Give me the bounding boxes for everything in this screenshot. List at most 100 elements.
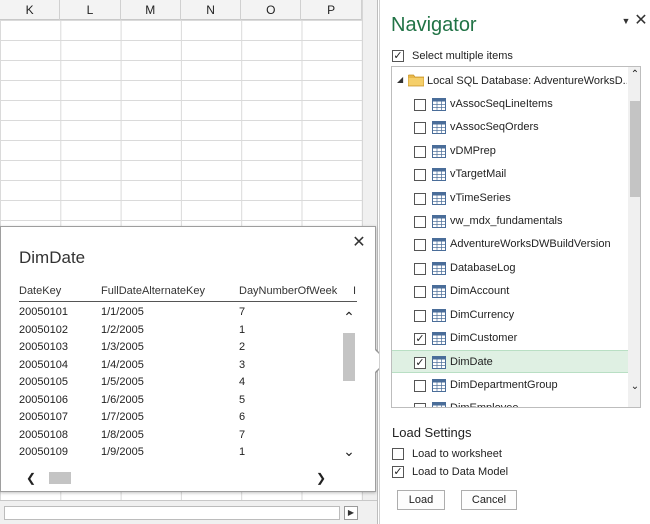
tree-item[interactable]: vDMPrep [392, 140, 628, 163]
cell-daynumber: 5 [239, 393, 246, 406]
tree-root-label: Local SQL Database: AdventureWorksD... [427, 75, 627, 87]
checkbox[interactable] [392, 448, 404, 460]
column-header-l[interactable]: L [60, 0, 121, 20]
checkbox[interactable]: ✓ [414, 357, 426, 370]
cell-daynumber: 2 [239, 341, 246, 353]
tree-item[interactable]: AdventureWorksDWBuildVersion [392, 233, 628, 256]
cell-fulldate: 1/1/2005 [101, 306, 144, 318]
chevron-left-icon[interactable]: ❮ [23, 471, 39, 485]
cell-datekey: 20050107 [19, 411, 68, 423]
table-row: 20050106 1/6/2005 5 [19, 392, 339, 409]
tree-item[interactable]: DimDepartmentGroup [392, 374, 628, 397]
chevron-down-icon[interactable]: ⌄ [629, 381, 640, 393]
tree-item[interactable]: vAssocSeqLineItems [392, 93, 628, 116]
load-to-worksheet-option[interactable]: Load to worksheet [392, 447, 592, 463]
tree-item[interactable]: ✓ DimCustomer [392, 327, 628, 350]
column-header-n[interactable]: N [181, 0, 242, 20]
checkbox[interactable] [414, 122, 426, 135]
tree-item[interactable]: vTimeSeries [392, 187, 628, 210]
checkbox[interactable] [414, 286, 426, 299]
cancel-button[interactable]: Cancel [461, 490, 517, 510]
tree-item-label: vAssocSeqLineItems [450, 98, 553, 110]
tree-item[interactable]: ✓ DimDate [392, 350, 628, 374]
cell-fulldate: 1/8/2005 [101, 428, 144, 441]
folder-icon [408, 74, 424, 87]
column-header-p[interactable]: P [301, 0, 362, 20]
tree-root-database[interactable]: ◢ Local SQL Database: AdventureWorksD... [392, 71, 628, 91]
tree-item[interactable]: DatabaseLog [392, 257, 628, 280]
checkbox[interactable] [414, 99, 426, 111]
tree-vertical-scrollbar[interactable]: ⌃ ⌄ [628, 67, 640, 407]
sheet-horizontal-scrollbar[interactable]: ▶ [0, 500, 377, 524]
checkbox[interactable]: ✓ [392, 50, 404, 62]
scrollbar-thumb[interactable] [630, 101, 640, 197]
tree-item-label: DatabaseLog [450, 261, 516, 274]
dropdown-arrow-icon[interactable]: ▼ [620, 14, 632, 28]
tree-item-label: DimCustomer [450, 332, 518, 344]
table-row: 20050101 1/1/2005 7 [19, 304, 339, 321]
tree-item[interactable]: DimCurrency [392, 304, 628, 327]
column-header-m[interactable]: M [121, 0, 181, 20]
checkbox[interactable] [414, 216, 426, 228]
tree-item-label: DimDate [450, 356, 493, 369]
tree-item-label: vAssocSeqOrders [450, 121, 539, 134]
cell-fulldate: 1/3/2005 [101, 341, 144, 353]
navigator-tree: ◢ Local SQL Database: AdventureWorksD...… [391, 66, 641, 408]
checkbox[interactable] [414, 309, 426, 322]
cell-fulldate: 1/2/2005 [101, 323, 144, 336]
load-to-worksheet-label: Load to worksheet [412, 448, 502, 460]
checkbox[interactable] [414, 403, 426, 407]
tree-item[interactable]: vAssocSeqOrders [392, 116, 628, 139]
cell-fulldate: 1/4/2005 [101, 358, 144, 371]
table-icon [432, 402, 446, 407]
checkbox[interactable] [414, 262, 426, 275]
checkbox[interactable]: ✓ [414, 333, 426, 345]
sheet-hscroll-track[interactable] [4, 506, 340, 520]
checkbox[interactable] [414, 379, 426, 392]
tree-item[interactable]: DimEmployee [392, 397, 628, 407]
table-icon [432, 332, 446, 345]
tree-item[interactable]: DimAccount [392, 280, 628, 303]
preview-table-header: DateKey FullDateAlternateKey DayNumberOf… [19, 285, 357, 302]
checkbox[interactable]: ✓ [392, 466, 404, 478]
close-icon[interactable]: ✕ [351, 235, 367, 251]
table-icon [432, 168, 446, 182]
cell-fulldate: 1/7/2005 [101, 411, 144, 423]
column-header-k[interactable]: K [0, 0, 61, 20]
tree-item[interactable]: vw_mdx_fundamentals [392, 210, 628, 233]
column-header-o[interactable]: O [241, 0, 302, 20]
scrollbar-thumb[interactable] [49, 472, 71, 484]
select-multiple-items-label: Select multiple items [412, 50, 513, 62]
load-to-data-model-option[interactable]: ✓ Load to Data Model [392, 465, 592, 481]
expand-arrow-icon[interactable]: ◢ [397, 75, 403, 84]
tree-item[interactable]: vTargetMail [392, 163, 628, 186]
scrollbar-thumb[interactable] [343, 333, 355, 381]
chevron-down-icon[interactable]: ⌄ [341, 443, 357, 459]
chevron-up-icon[interactable]: ⌃ [341, 309, 357, 325]
checkbox[interactable] [414, 239, 426, 252]
chevron-up-icon[interactable]: ⌃ [629, 69, 640, 81]
table-icon [432, 238, 446, 252]
preview-title: DimDate [19, 248, 86, 267]
tree-item-label: vw_mdx_fundamentals [450, 215, 563, 227]
checkbox[interactable] [414, 145, 426, 158]
table-icon [432, 356, 446, 370]
tree-item-label: DimAccount [450, 285, 510, 298]
table-row: 20050108 1/8/2005 7 [19, 427, 339, 444]
chevron-right-icon[interactable]: ❯ [313, 471, 329, 485]
table-icon [432, 308, 446, 322]
cell-daynumber: 4 [239, 376, 246, 388]
checkbox[interactable] [414, 192, 426, 205]
table-icon [432, 191, 446, 205]
checkbox[interactable] [414, 169, 426, 182]
table-icon [432, 121, 446, 135]
preview-horizontal-scrollbar[interactable]: ❮ ❯ [19, 469, 337, 487]
cell-daynumber: 7 [239, 428, 246, 441]
tree-item-label: vTargetMail [450, 168, 507, 181]
preview-vertical-scrollbar[interactable]: ⌃ ⌄ [339, 309, 358, 459]
scroll-right-icon[interactable]: ▶ [344, 506, 358, 520]
close-icon[interactable]: ✕ [634, 13, 648, 29]
load-button[interactable]: Load [397, 490, 445, 510]
cell-daynumber: 1 [239, 323, 246, 336]
tree-item-label: vDMPrep [450, 144, 496, 157]
